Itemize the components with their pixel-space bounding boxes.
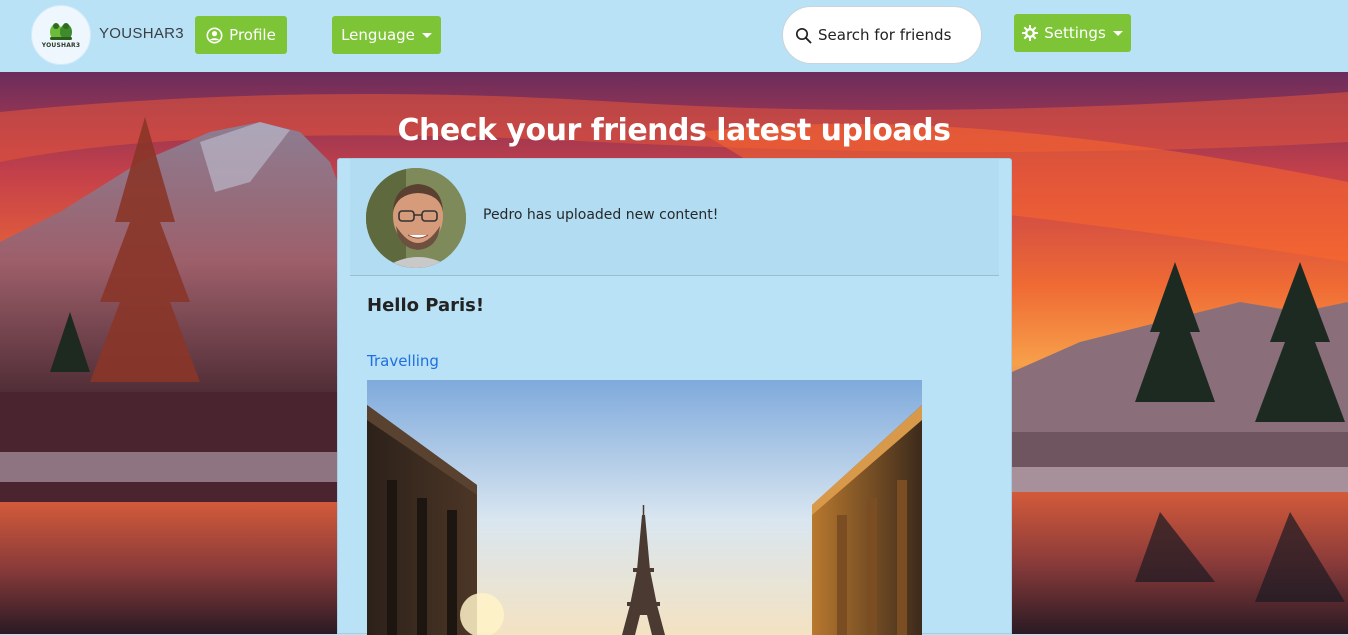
search-icon bbox=[795, 27, 812, 43]
logo-text: YOUSHAR3 bbox=[41, 42, 81, 49]
logo[interactable]: YOUSHAR3 bbox=[31, 5, 91, 65]
gear-icon bbox=[1022, 25, 1039, 41]
profile-button[interactable]: Profile bbox=[195, 16, 287, 54]
brand-name[interactable]: YOUSHAR3 bbox=[99, 25, 184, 42]
avatar[interactable] bbox=[366, 168, 466, 268]
post-message: Pedro has uploaded new content! bbox=[483, 207, 719, 223]
top-navbar: YOUSHAR3 YOUSHAR3 Profile Lenguage Searc… bbox=[0, 0, 1348, 72]
caret-down-icon bbox=[1112, 30, 1123, 36]
profile-button-label: Profile bbox=[229, 26, 276, 44]
search-placeholder: Search for friends bbox=[818, 26, 952, 44]
caret-down-icon bbox=[421, 32, 432, 38]
post-image[interactable] bbox=[367, 380, 922, 635]
eiffel-tower-image bbox=[367, 380, 922, 635]
language-dropdown[interactable]: Lenguage bbox=[332, 16, 441, 54]
user-circle-icon bbox=[206, 27, 223, 43]
avatar-image bbox=[366, 168, 466, 268]
post-title: Hello Paris! bbox=[367, 295, 485, 316]
logo-icon bbox=[50, 23, 72, 40]
search-input[interactable]: Search for friends bbox=[782, 6, 982, 64]
language-dropdown-label: Lenguage bbox=[341, 26, 415, 44]
page-heading: Check your friends latest uploads bbox=[397, 113, 951, 148]
post-card: Pedro has uploaded new content! Hello Pa… bbox=[337, 158, 1012, 635]
post-category-link[interactable]: Travelling bbox=[367, 352, 439, 370]
post-card-header: Pedro has uploaded new content! bbox=[350, 159, 999, 276]
settings-dropdown[interactable]: Settings bbox=[1014, 14, 1131, 52]
settings-dropdown-label: Settings bbox=[1044, 24, 1106, 42]
